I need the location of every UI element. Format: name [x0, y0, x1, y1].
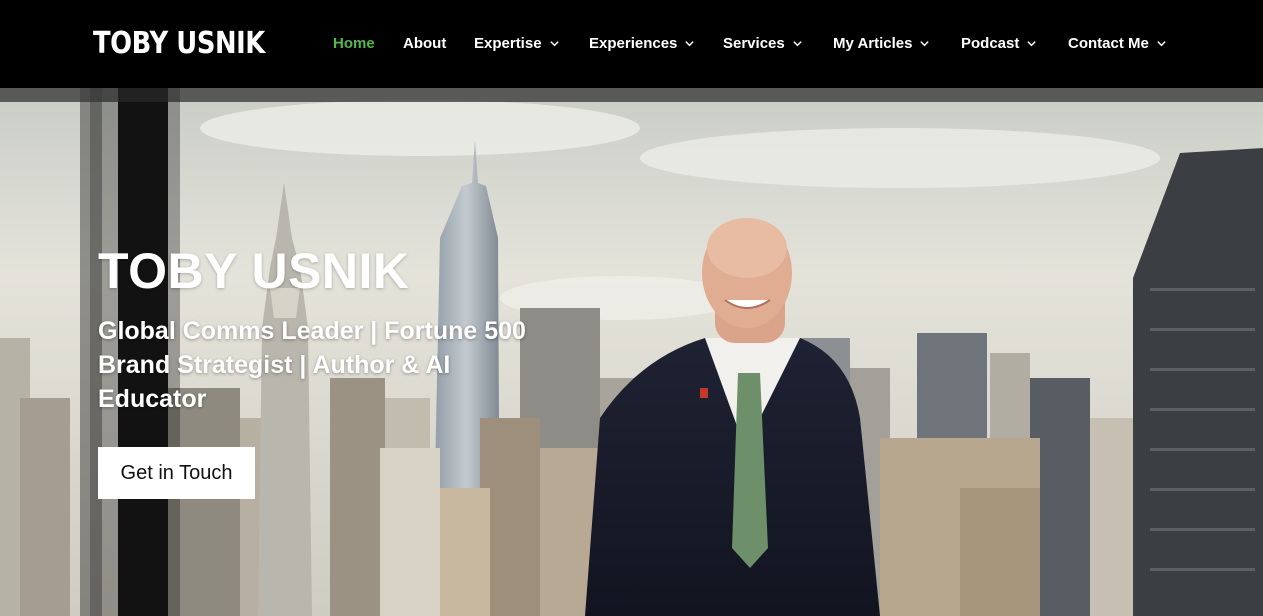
- nav-label: Services: [723, 34, 785, 52]
- nav-label: Experiences: [589, 34, 678, 52]
- chevron-down-icon: [684, 38, 695, 49]
- nav-item-experiences[interactable]: Experiences: [589, 33, 695, 53]
- chevron-down-icon: [1026, 38, 1037, 49]
- hero-subtitle: Global Comms Leader | Fortune 500 Brand …: [98, 317, 526, 413]
- chevron-down-icon: [1156, 38, 1167, 49]
- nav-item-contact-me[interactable]: Contact Me: [1068, 33, 1167, 53]
- nav-label: My Articles: [833, 34, 913, 52]
- chevron-down-icon: [549, 38, 560, 49]
- nav-item-expertise[interactable]: Expertise: [474, 33, 560, 53]
- nav-item-my-articles[interactable]: My Articles: [833, 33, 930, 53]
- site-logo[interactable]: TOBY USNIK: [93, 26, 265, 61]
- hero-title: TOBY USNIK: [98, 243, 410, 299]
- chevron-down-icon: [919, 38, 930, 49]
- nav-item-about[interactable]: About: [403, 33, 446, 53]
- nav-label: Home: [333, 34, 375, 52]
- chevron-down-icon: [792, 38, 803, 49]
- nav-item-podcast[interactable]: Podcast: [961, 33, 1037, 53]
- site-header: TOBY USNIK Home About Expertise Experien…: [0, 0, 1263, 88]
- nav-label: Contact Me: [1068, 34, 1149, 52]
- nav-label: Expertise: [474, 34, 542, 52]
- nav-item-services[interactable]: Services: [723, 33, 803, 53]
- nav-item-home[interactable]: Home: [333, 33, 375, 53]
- hero-section: TOBY USNIK Global Comms Leader | Fortune…: [0, 88, 1263, 616]
- nav-label: Podcast: [961, 34, 1020, 52]
- nav-label: About: [403, 34, 447, 52]
- get-in-touch-button[interactable]: Get in Touch: [98, 447, 255, 499]
